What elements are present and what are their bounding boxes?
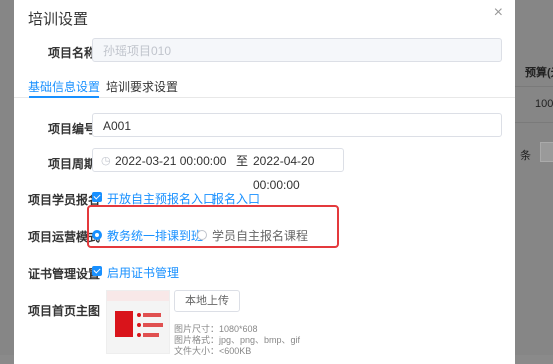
project-code-label: 项目编号 — [48, 122, 97, 136]
background-divider — [515, 86, 553, 87]
certificate-checkbox[interactable] — [92, 266, 102, 276]
tab-basic-info[interactable]: 基础信息设置 — [28, 78, 100, 95]
certificate-text[interactable]: 启用证书管理 — [107, 264, 179, 281]
background-pager-text: 条 — [520, 150, 531, 162]
tab-training-requirements[interactable]: 培训要求设置 — [106, 78, 178, 95]
background-column-header: 预算(元 — [525, 67, 553, 79]
highlight-box — [87, 205, 339, 248]
project-period-label: 项目周期 — [48, 157, 97, 171]
certificate-label: 证书管理设置 — [28, 267, 101, 281]
homepage-image-thumbnail[interactable] — [106, 290, 170, 354]
hint-filesize: 文件大小：<600KB — [174, 346, 252, 356]
project-code-input[interactable]: A001 — [92, 113, 502, 137]
project-name-input[interactable]: 孙瑶项目010 — [92, 38, 502, 62]
clock-icon: ◷ — [101, 155, 111, 167]
open-enroll-checkbox[interactable] — [92, 192, 102, 202]
period-start[interactable]: 2022-03-21 00:00:00 — [115, 149, 226, 173]
background-divider — [515, 122, 553, 123]
project-period-picker[interactable]: ◷ 2022-03-21 00:00:00 至 2022-04-20 00:00… — [92, 148, 344, 192]
background-pager-input — [540, 142, 553, 162]
dialog-title: 培训设置 — [28, 11, 89, 28]
upload-button[interactable]: 本地上传 — [174, 290, 240, 312]
background-cell: 100 — [535, 98, 553, 110]
period-separator: 至 — [236, 154, 249, 168]
period-end[interactable]: 2022-04-20 00:00:00 — [253, 149, 343, 197]
project-name-label: 项目名称 — [48, 46, 97, 60]
active-tab-indicator — [29, 96, 99, 98]
homepage-image-label: 项目首页主图 — [28, 304, 101, 318]
close-icon[interactable]: × — [494, 5, 503, 21]
training-settings-dialog: 培训设置 × 项目名称 孙瑶项目010 基础信息设置 培训要求设置 项目编号 A… — [14, 0, 515, 364]
